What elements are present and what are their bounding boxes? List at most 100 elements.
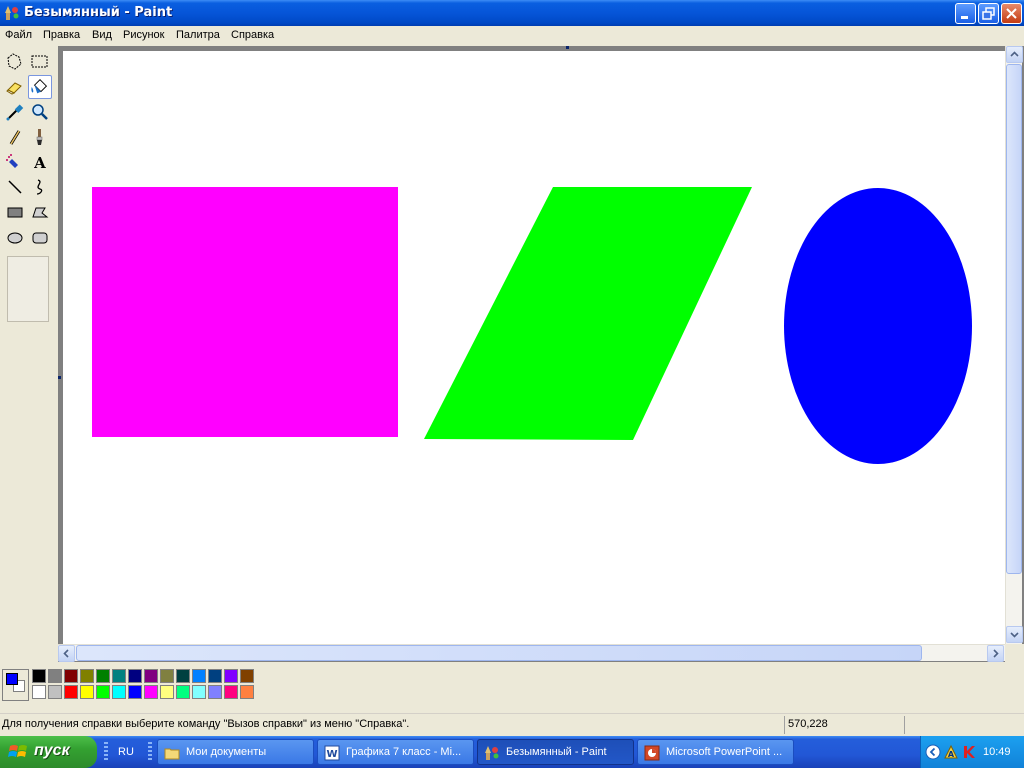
palette-swatch[interactable] [224,685,238,699]
palette-swatch[interactable] [176,669,190,683]
palette-swatch[interactable] [144,685,158,699]
scroll-up-button[interactable] [1006,46,1023,63]
antivirus-icon[interactable] [961,744,977,760]
airbrush-icon[interactable] [3,150,27,174]
pencil-icon[interactable] [3,125,27,149]
task-word[interactable]: W Графика 7 класс - Mi... [317,739,474,765]
start-button[interactable]: пуск [0,736,97,768]
word-icon: W [324,745,340,761]
palette-swatch[interactable] [208,685,222,699]
task-label: Безымянный - Paint [506,746,607,758]
folder-icon [164,748,180,760]
status-separator [904,716,905,734]
status-separator [784,716,785,734]
tool-box: A [0,46,58,664]
palette-swatch[interactable] [176,685,190,699]
menu-file[interactable]: Файл [5,29,32,41]
palette-swatch[interactable] [48,685,62,699]
task-paint[interactable]: Безымянный - Paint [477,739,634,765]
palette-swatch[interactable] [240,685,254,699]
horizontal-scrollbar[interactable] [58,644,1005,662]
task-powerpoint[interactable]: Microsoft PowerPoint ... [637,739,794,765]
curve-icon[interactable] [28,175,52,199]
taskbar-grip[interactable] [104,742,108,762]
palette-swatch[interactable] [144,669,158,683]
free-select-icon[interactable] [3,50,27,74]
palette-swatch[interactable] [192,685,206,699]
menu-bar: Файл Правка Вид Рисунок Палитра Справка [0,26,1024,45]
window-title: Безымянный - Paint [24,5,173,20]
eraser-icon[interactable] [3,75,27,99]
restore-button[interactable] [978,3,999,24]
menu-view[interactable]: Вид [92,29,112,41]
palette-swatch[interactable] [240,669,254,683]
chevron-left-icon [63,649,69,658]
paint-window: Безымянный - Paint Файл Правка Вид Рисун… [0,0,1024,768]
color-palette [0,663,1024,711]
chevron-down-icon [1010,632,1019,638]
menu-help[interactable]: Справка [231,29,274,41]
brush-icon[interactable] [28,125,52,149]
palette-swatch[interactable] [224,669,238,683]
eyedropper-icon[interactable] [3,100,27,124]
magnifier-icon[interactable] [28,100,52,124]
palette-swatch[interactable] [128,669,142,683]
menu-edit[interactable]: Правка [43,29,80,41]
palette-swatch[interactable] [112,685,126,699]
palette-swatch[interactable] [160,685,174,699]
chevron-left-circle-icon[interactable] [925,744,941,760]
resize-handle-top[interactable] [566,46,569,49]
horizontal-scroll-thumb[interactable] [76,645,922,661]
palette-swatch[interactable] [80,669,94,683]
polygon-icon[interactable] [28,200,52,224]
rectangle-icon[interactable] [3,200,27,224]
paint-brush-icon[interactable] [4,5,20,21]
scroll-right-button[interactable] [987,645,1004,662]
resize-handle-left[interactable] [58,376,61,379]
palette-swatch[interactable] [80,685,94,699]
text-tool-glyph: A [33,154,46,172]
palette-swatch[interactable] [160,669,174,683]
foreground-color[interactable] [6,673,18,685]
palette-swatch[interactable] [128,685,142,699]
scroll-left-button[interactable] [58,645,75,662]
clock[interactable]: 10:49 [983,746,1011,758]
language-indicator[interactable]: RU [118,746,134,758]
close-button[interactable] [1001,3,1022,24]
language-bar-icon[interactable]: A [943,744,959,760]
current-colors[interactable] [2,669,29,701]
green-parallelogram [424,187,752,440]
fill-bucket-icon[interactable] [28,75,52,99]
vertical-scroll-thumb[interactable] [1006,64,1022,574]
text-icon[interactable]: A [28,150,52,174]
palette-swatch[interactable] [32,685,46,699]
palette-swatch[interactable] [96,669,110,683]
task-label: Графика 7 класс - Mi... [346,746,462,758]
palette-swatch[interactable] [112,669,126,683]
palette-swatch[interactable] [96,685,110,699]
palette-swatch[interactable] [64,685,78,699]
vertical-scrollbar[interactable] [1005,46,1023,644]
task-my-documents[interactable]: Мои документы [157,739,314,765]
task-label: Мои документы [186,746,267,758]
chevron-up-icon [1010,51,1019,57]
scroll-down-button[interactable] [1006,626,1023,643]
palette-swatch[interactable] [64,669,78,683]
tool-options-box[interactable] [7,256,49,322]
palette-swatch[interactable] [192,669,206,683]
palette-swatch[interactable] [208,669,222,683]
palette-swatch[interactable] [32,669,46,683]
rect-select-icon[interactable] [28,50,52,74]
menu-colors[interactable]: Палитра [176,29,220,41]
minimize-button[interactable] [955,3,976,24]
title-bar[interactable]: Безымянный - Paint [0,0,1024,26]
svg-text:W: W [326,749,337,760]
cursor-coordinates: 570,228 [788,718,828,730]
palette-swatch[interactable] [48,669,62,683]
drawing-canvas[interactable] [63,51,1005,644]
line-icon[interactable] [3,175,27,199]
taskbar-grip[interactable] [148,742,152,762]
menu-image[interactable]: Рисунок [123,29,165,41]
ellipse-icon[interactable] [3,225,27,249]
rounded-rect-icon[interactable] [28,225,52,249]
